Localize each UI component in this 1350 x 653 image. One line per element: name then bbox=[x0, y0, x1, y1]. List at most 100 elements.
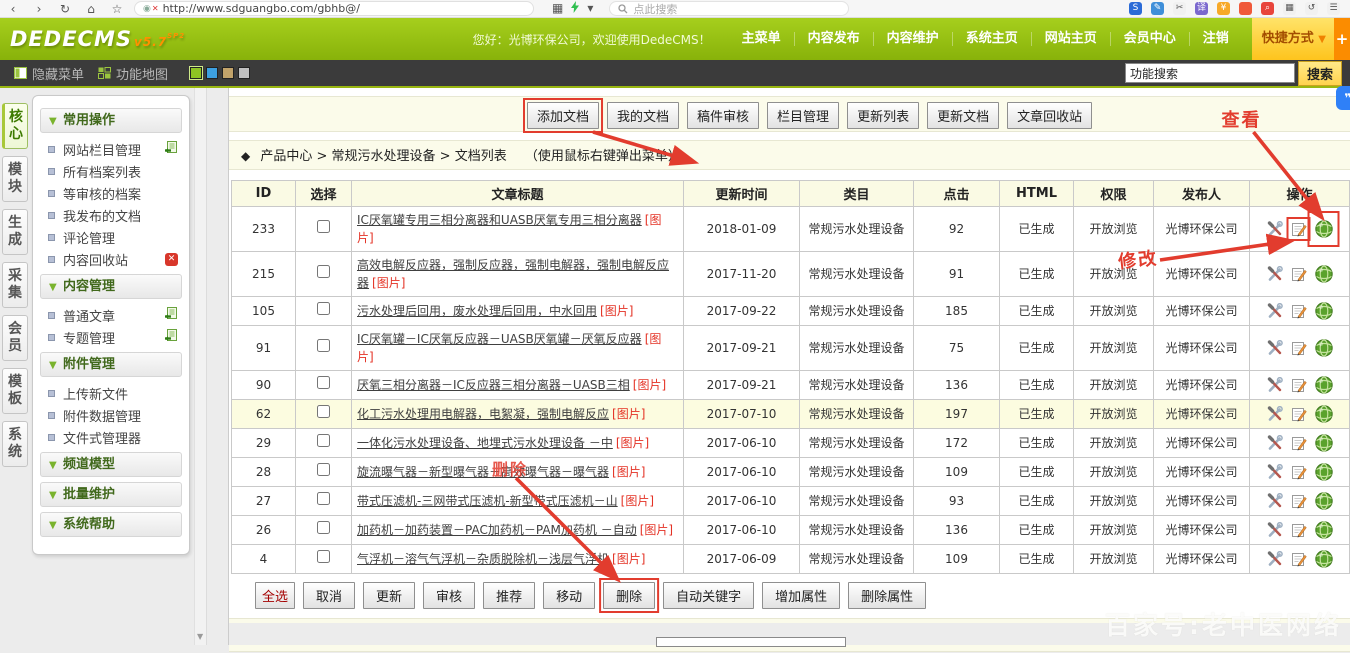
document-title-link[interactable]: 带式压滤机-三网带式压滤机-新型带式压滤机－山 bbox=[357, 494, 618, 508]
row-checkbox[interactable] bbox=[317, 376, 330, 389]
attributes-tools-icon[interactable] bbox=[1266, 521, 1284, 539]
chevron-down-icon[interactable]: ▾ bbox=[587, 2, 593, 15]
sidebar-item-内容回收站[interactable]: 内容回收站✕ bbox=[40, 248, 182, 270]
doc-action-button-5[interactable]: 更新文档 bbox=[927, 102, 999, 129]
sidebar-section-1[interactable]: ▼内容管理 bbox=[40, 274, 182, 299]
top-nav-item-3[interactable]: 系统主页 bbox=[952, 32, 1031, 46]
view-globe-icon[interactable] bbox=[1314, 549, 1334, 569]
sidebar-item-普通文章[interactable]: 普通文章 bbox=[40, 304, 182, 326]
row-checkbox[interactable] bbox=[317, 434, 330, 447]
row-checkbox[interactable] bbox=[317, 220, 330, 233]
doc-action-button-2[interactable]: 稿件审核 bbox=[687, 102, 759, 129]
sidebar-item-等审核的档案[interactable]: 等审核的档案 bbox=[40, 182, 182, 204]
document-title-link[interactable]: 污水处理后回用，废水处理后回用，中水回用 bbox=[357, 304, 597, 318]
attributes-tools-icon[interactable] bbox=[1266, 492, 1284, 510]
doc-action-button-1[interactable]: 我的文档 bbox=[607, 102, 679, 129]
edit-icon[interactable] bbox=[1290, 339, 1308, 357]
quick-access-button[interactable]: 快捷方式 ▼ bbox=[1252, 18, 1334, 60]
module-tab-采集[interactable]: 采集 bbox=[2, 262, 28, 308]
row-checkbox[interactable] bbox=[317, 339, 330, 352]
bulk-button-2[interactable]: 更新 bbox=[363, 582, 415, 609]
attributes-tools-icon[interactable] bbox=[1266, 339, 1284, 357]
row-checkbox[interactable] bbox=[317, 405, 330, 418]
bulk-button-3[interactable]: 审核 bbox=[423, 582, 475, 609]
row-checkbox[interactable] bbox=[317, 302, 330, 315]
attributes-tools-icon[interactable] bbox=[1266, 550, 1284, 568]
translate-icon[interactable]: 译 bbox=[1195, 2, 1208, 15]
note-icon[interactable]: ✎ bbox=[1151, 2, 1164, 15]
row-checkbox[interactable] bbox=[317, 521, 330, 534]
view-globe-icon[interactable] bbox=[1314, 404, 1334, 424]
top-nav-item-1[interactable]: 内容发布 bbox=[794, 32, 873, 46]
module-tab-生成[interactable]: 生成 bbox=[2, 209, 28, 255]
doc-action-button-3[interactable]: 栏目管理 bbox=[767, 102, 839, 129]
theme-swatch-3[interactable] bbox=[238, 67, 250, 79]
flash-icon[interactable] bbox=[571, 1, 579, 16]
theme-swatch-0[interactable] bbox=[190, 67, 202, 79]
top-nav-item-6[interactable]: 注销 bbox=[1189, 32, 1242, 46]
theme-swatch-1[interactable] bbox=[206, 67, 218, 79]
document-title-link[interactable]: IC厌氧罐－IC厌氧反应器－UASB厌氧罐－厌氧反应器 bbox=[357, 332, 642, 346]
attributes-tools-icon[interactable] bbox=[1266, 302, 1284, 320]
menu-icon[interactable]: ☰ bbox=[1327, 2, 1340, 15]
theme-swatch-2[interactable] bbox=[222, 67, 234, 79]
screenshot-scissors-icon[interactable]: ✂ bbox=[1173, 2, 1186, 15]
shield-icon[interactable]: ¥ bbox=[1217, 2, 1230, 15]
sidebar-scrollbar[interactable]: ▼ bbox=[194, 88, 207, 645]
edit-icon[interactable] bbox=[1290, 492, 1308, 510]
document-title-link[interactable]: 化工污水处理用电解器，电絮凝，强制电解反应 bbox=[357, 407, 609, 421]
add-shortcut-button[interactable]: + bbox=[1334, 18, 1350, 60]
edit-icon[interactable] bbox=[1290, 434, 1308, 452]
floating-widget-icon[interactable]: ❞ bbox=[1336, 86, 1350, 110]
bookmark-star-icon[interactable]: ☆ bbox=[104, 0, 130, 18]
attributes-tools-icon[interactable] bbox=[1266, 265, 1284, 283]
function-search-input[interactable] bbox=[1125, 63, 1295, 83]
bulk-button-9[interactable]: 删除属性 bbox=[848, 582, 926, 609]
document-title-link[interactable]: 旋流曝气器－新型曝气器－高效曝气器－曝气器 bbox=[357, 465, 609, 479]
sidebar-item-我发布的文档[interactable]: 我发布的文档 bbox=[40, 204, 182, 226]
sidebar-section-2[interactable]: ▼附件管理 bbox=[40, 352, 182, 377]
edit-icon[interactable] bbox=[1290, 265, 1308, 283]
sidebar-section-0[interactable]: ▼常用操作 bbox=[40, 108, 182, 133]
doc-action-button-4[interactable]: 更新列表 bbox=[847, 102, 919, 129]
view-globe-icon[interactable] bbox=[1314, 301, 1334, 321]
top-nav-item-2[interactable]: 内容维护 bbox=[873, 32, 952, 46]
row-checkbox[interactable] bbox=[317, 265, 330, 278]
bulk-button-5[interactable]: 移动 bbox=[543, 582, 595, 609]
sidebar-item-专题管理[interactable]: 专题管理 bbox=[40, 326, 182, 348]
view-globe-icon[interactable] bbox=[1314, 433, 1334, 453]
attributes-tools-icon[interactable] bbox=[1266, 376, 1284, 394]
doc-action-button-0[interactable]: 添加文档 bbox=[527, 102, 599, 129]
attributes-tools-icon[interactable] bbox=[1266, 463, 1284, 481]
bulk-button-1[interactable]: 取消 bbox=[303, 582, 355, 609]
view-globe-icon[interactable] bbox=[1314, 219, 1334, 239]
module-tab-模板[interactable]: 模板 bbox=[2, 368, 28, 414]
home-icon[interactable]: ⌂ bbox=[78, 0, 104, 18]
module-tab-会员[interactable]: 会员 bbox=[2, 315, 28, 361]
row-checkbox[interactable] bbox=[317, 550, 330, 563]
row-checkbox[interactable] bbox=[317, 492, 330, 505]
view-globe-icon[interactable] bbox=[1314, 338, 1334, 358]
function-map-button[interactable]: 功能地图 bbox=[98, 64, 168, 83]
attributes-tools-icon[interactable] bbox=[1266, 434, 1284, 452]
bulk-button-7[interactable]: 自动关键字 bbox=[663, 582, 754, 609]
attributes-tools-icon[interactable] bbox=[1266, 220, 1284, 238]
document-title-link[interactable]: 气浮机－溶气气浮机－杂质脱除机－浅层气浮机 bbox=[357, 552, 609, 566]
edit-icon[interactable] bbox=[1290, 405, 1308, 423]
address-bar[interactable]: ◉✕ http://www.sdguangbo.com/gbhb@/ bbox=[134, 1, 534, 16]
row-checkbox[interactable] bbox=[317, 463, 330, 476]
bulk-button-8[interactable]: 增加属性 bbox=[762, 582, 840, 609]
sidebar-item-网站栏目管理[interactable]: 网站栏目管理 bbox=[40, 138, 182, 160]
forward-icon[interactable]: › bbox=[26, 0, 52, 18]
fox-icon[interactable] bbox=[1239, 2, 1252, 15]
document-title-link[interactable]: 厌氧三相分离器－IC反应器三相分离器－UASB三相 bbox=[357, 378, 630, 392]
restore-icon[interactable]: ↺ bbox=[1305, 2, 1318, 15]
edit-icon[interactable] bbox=[1290, 220, 1308, 238]
edit-icon[interactable] bbox=[1290, 302, 1308, 320]
sidebar-section-5[interactable]: ▼系统帮助 bbox=[40, 512, 182, 537]
view-globe-icon[interactable] bbox=[1314, 520, 1334, 540]
document-title-link[interactable]: IC厌氧罐专用三相分离器和UASB厌氧专用三相分离器 bbox=[357, 213, 642, 227]
find-icon[interactable]: ⌕ bbox=[1261, 2, 1274, 15]
module-tab-系统[interactable]: 系统 bbox=[2, 421, 28, 467]
module-tab-模块[interactable]: 模块 bbox=[2, 156, 28, 202]
